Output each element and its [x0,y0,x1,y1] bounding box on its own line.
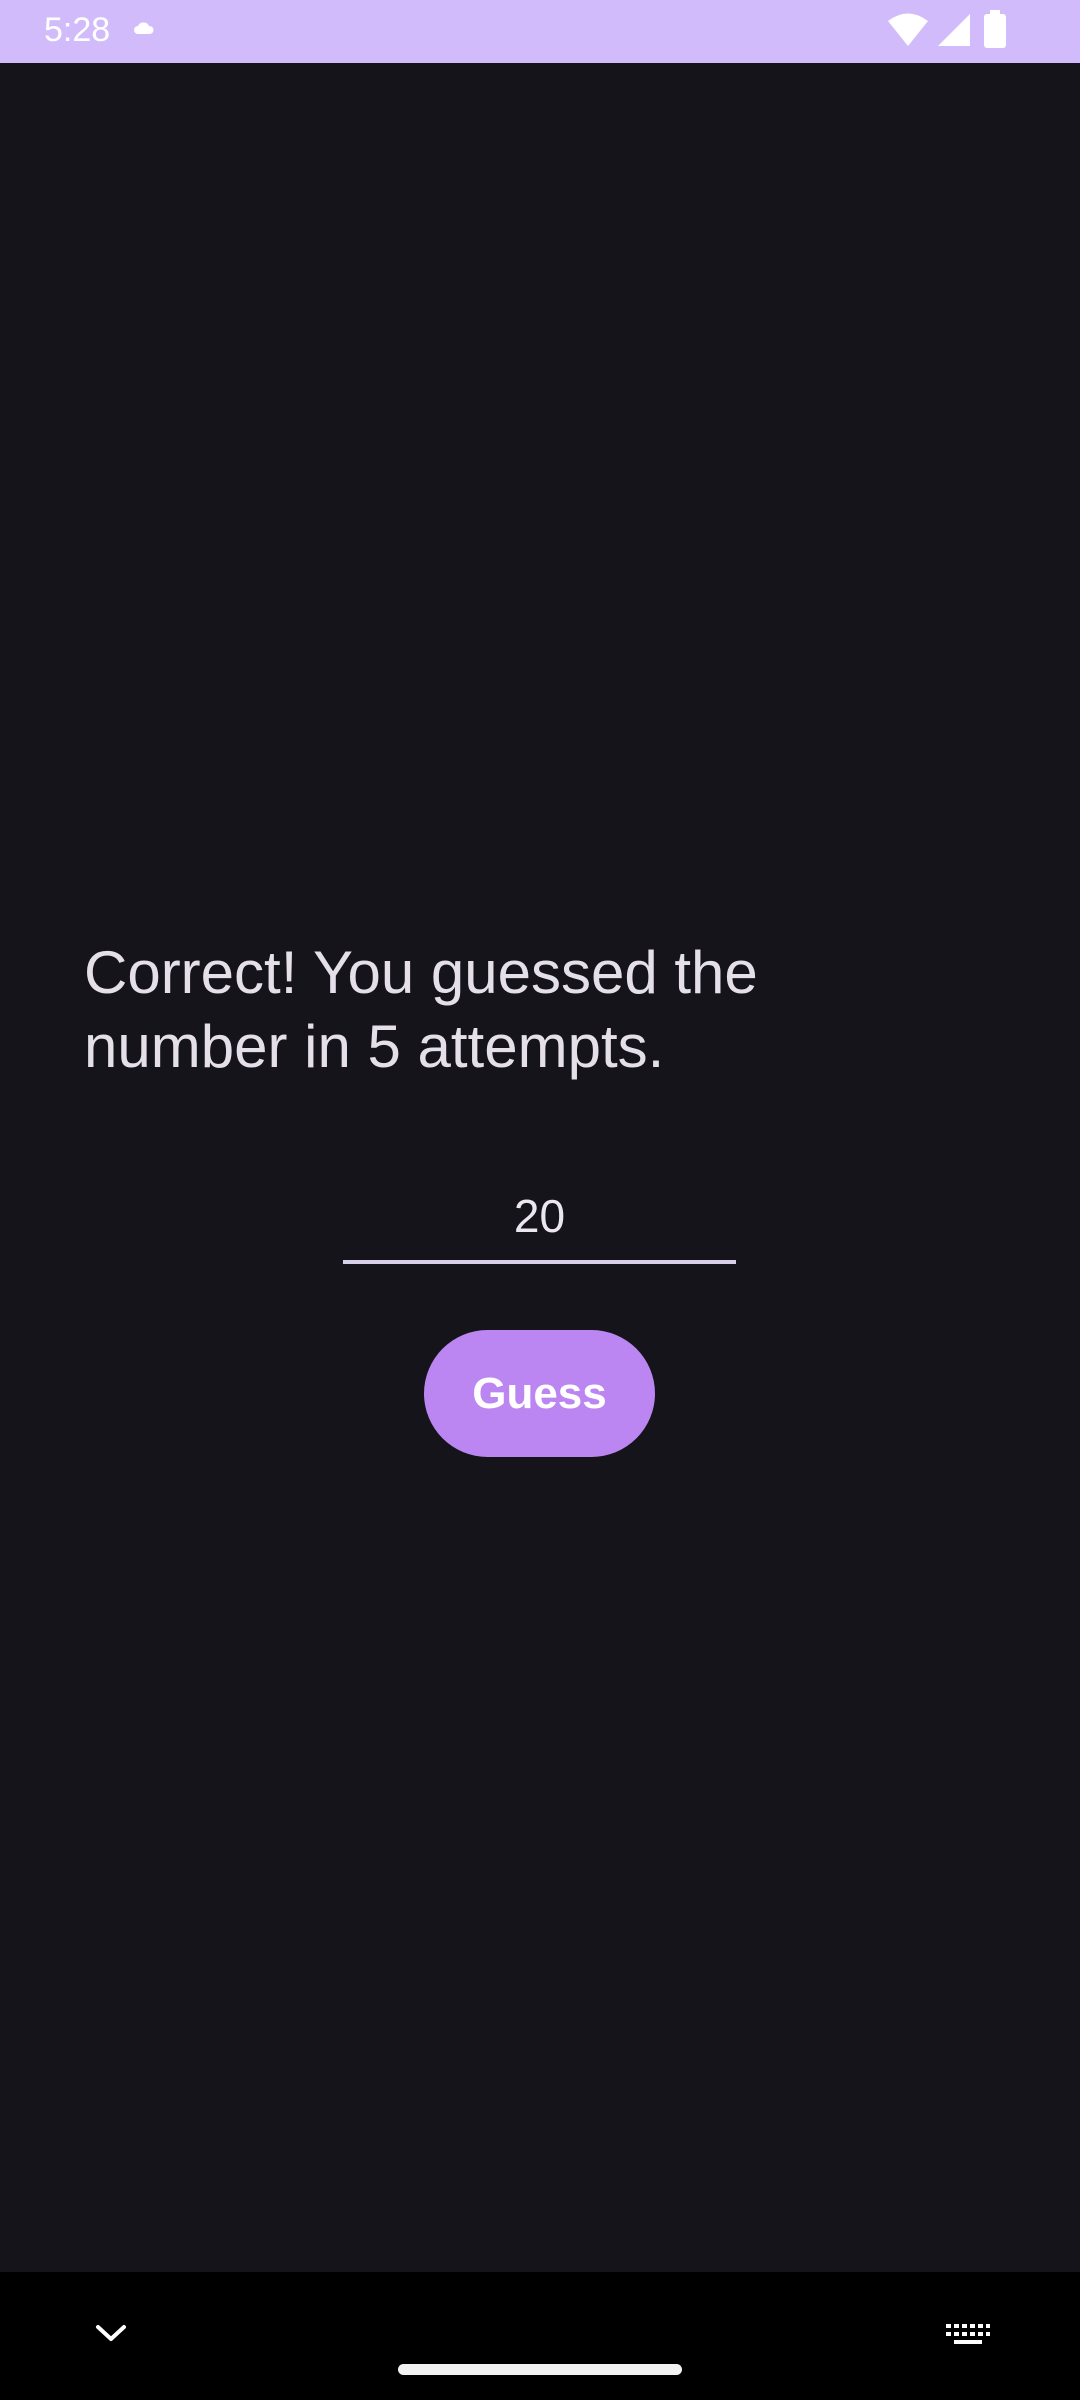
keyboard-icon[interactable] [946,2324,990,2346]
navigation-bar [0,2272,1080,2400]
cell-signal-icon [938,14,970,46]
guess-button[interactable]: Guess [424,1330,655,1457]
guess-input[interactable]: 20 [343,1180,736,1264]
cloud-icon [134,22,154,34]
home-handle[interactable] [398,2364,682,2375]
guess-input-value[interactable]: 20 [343,1180,736,1252]
wifi-icon [888,13,928,46]
battery-icon [984,10,1006,48]
result-message: Correct! You guessed the number in 5 att… [84,939,758,1080]
chevron-down-icon[interactable] [94,2322,128,2344]
screen: 5:28 Correct! You guessed the number in … [0,0,1080,2400]
status-time: 5:28 [44,11,111,49]
status-bar: 5:28 [0,0,1080,63]
